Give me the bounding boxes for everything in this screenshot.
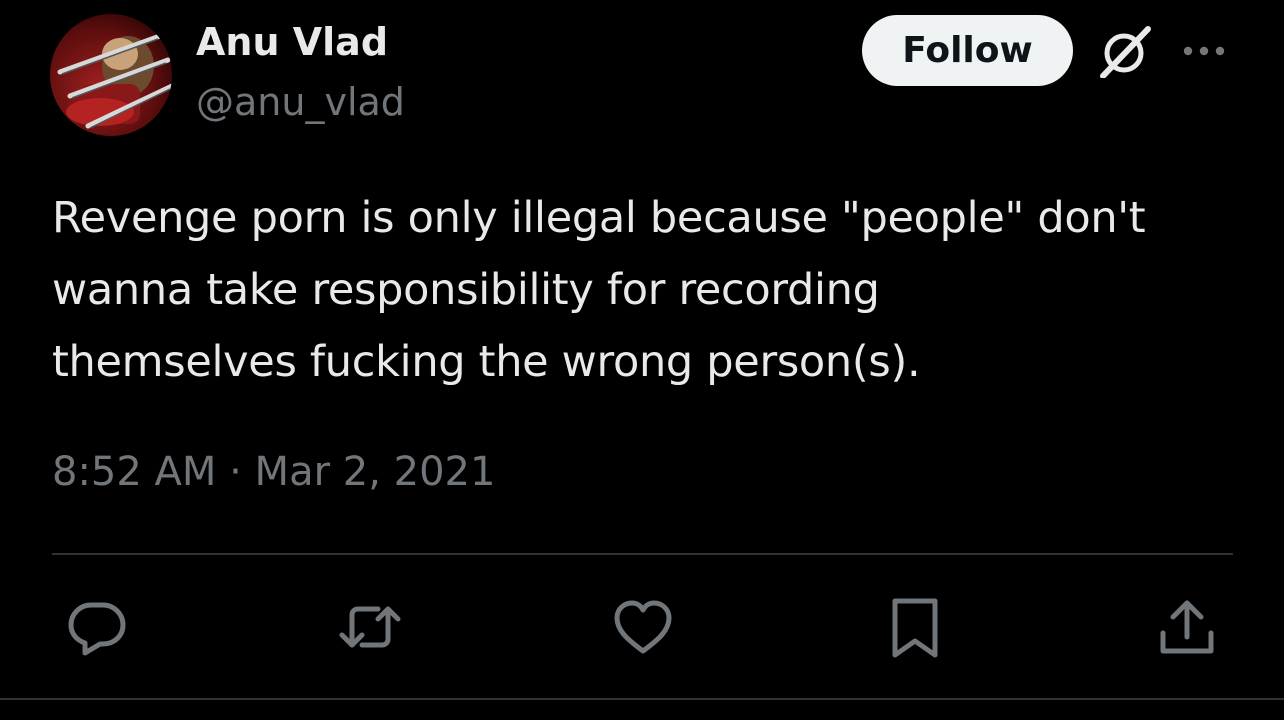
reply-button[interactable] <box>62 592 132 662</box>
divider <box>0 698 1284 700</box>
author-name[interactable]: Anu Vlad <box>196 16 388 68</box>
share-icon <box>1160 600 1214 654</box>
avatar-image <box>50 14 172 136</box>
author-handle[interactable]: @anu_vlad <box>196 76 405 128</box>
retweet-button[interactable] <box>335 592 405 662</box>
reply-icon <box>68 602 126 656</box>
tweet-timestamp[interactable]: 8:52 AM · Mar 2, 2021 <box>52 444 495 500</box>
more-icon[interactable] <box>1180 34 1228 68</box>
share-button[interactable] <box>1152 592 1222 662</box>
heart-icon <box>614 600 672 654</box>
tweet-text: Revenge porn is only illegal because "pe… <box>52 182 1252 398</box>
bookmark-button[interactable] <box>880 592 950 662</box>
avatar[interactable] <box>50 14 172 136</box>
follow-button[interactable]: Follow <box>862 15 1073 86</box>
tweet-text-line: themselves fucking the wrong person(s). <box>52 337 921 387</box>
divider <box>52 553 1233 555</box>
grok-icon[interactable] <box>1098 26 1154 79</box>
bookmark-icon <box>892 598 938 658</box>
tweet-text-line: wanna take responsibility for recording <box>52 265 880 315</box>
retweet-icon <box>339 606 401 648</box>
tweet-text-line: Revenge porn is only illegal because "pe… <box>52 193 1146 243</box>
like-button[interactable] <box>608 592 678 662</box>
